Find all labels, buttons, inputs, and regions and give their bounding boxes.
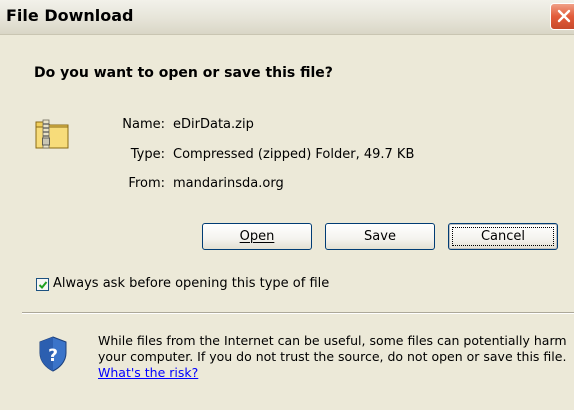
warning-message: While files from the Internet can be use… bbox=[98, 333, 567, 364]
name-label: Name: bbox=[122, 117, 165, 132]
type-value: Compressed (zipped) Folder, 49.7 KB bbox=[173, 147, 415, 162]
focus-ring bbox=[452, 227, 554, 246]
from-value: mandarinsda.org bbox=[173, 176, 284, 191]
always-ask-label[interactable]: Always ask before opening this type of f… bbox=[53, 276, 329, 291]
checkmark-icon bbox=[38, 281, 48, 289]
svg-text:?: ? bbox=[48, 346, 58, 366]
name-value: eDirData.zip bbox=[173, 117, 254, 132]
title-bar[interactable]: File Download bbox=[0, 0, 574, 35]
save-button-label: Save bbox=[364, 229, 396, 244]
close-icon bbox=[557, 9, 571, 23]
security-shield-icon: ? bbox=[39, 336, 67, 372]
zip-folder-icon bbox=[35, 119, 69, 149]
window-title: File Download bbox=[6, 6, 134, 25]
whats-the-risk-link[interactable]: What's the risk? bbox=[98, 365, 198, 380]
file-download-dialog: File Download Do you want to open or sav… bbox=[0, 0, 574, 410]
save-button[interactable]: Save bbox=[325, 223, 435, 250]
always-ask-checkbox[interactable] bbox=[36, 278, 49, 291]
warning-text: While files from the Internet can be use… bbox=[98, 333, 568, 381]
cancel-button[interactable]: Cancel bbox=[448, 223, 558, 250]
close-button[interactable] bbox=[550, 3, 574, 30]
from-label: From: bbox=[128, 176, 165, 191]
dialog-question: Do you want to open or save this file? bbox=[34, 65, 333, 81]
open-button[interactable]: Open bbox=[202, 223, 312, 250]
type-label: Type: bbox=[130, 147, 165, 162]
separator bbox=[22, 312, 574, 314]
open-button-label: Open bbox=[239, 229, 275, 244]
